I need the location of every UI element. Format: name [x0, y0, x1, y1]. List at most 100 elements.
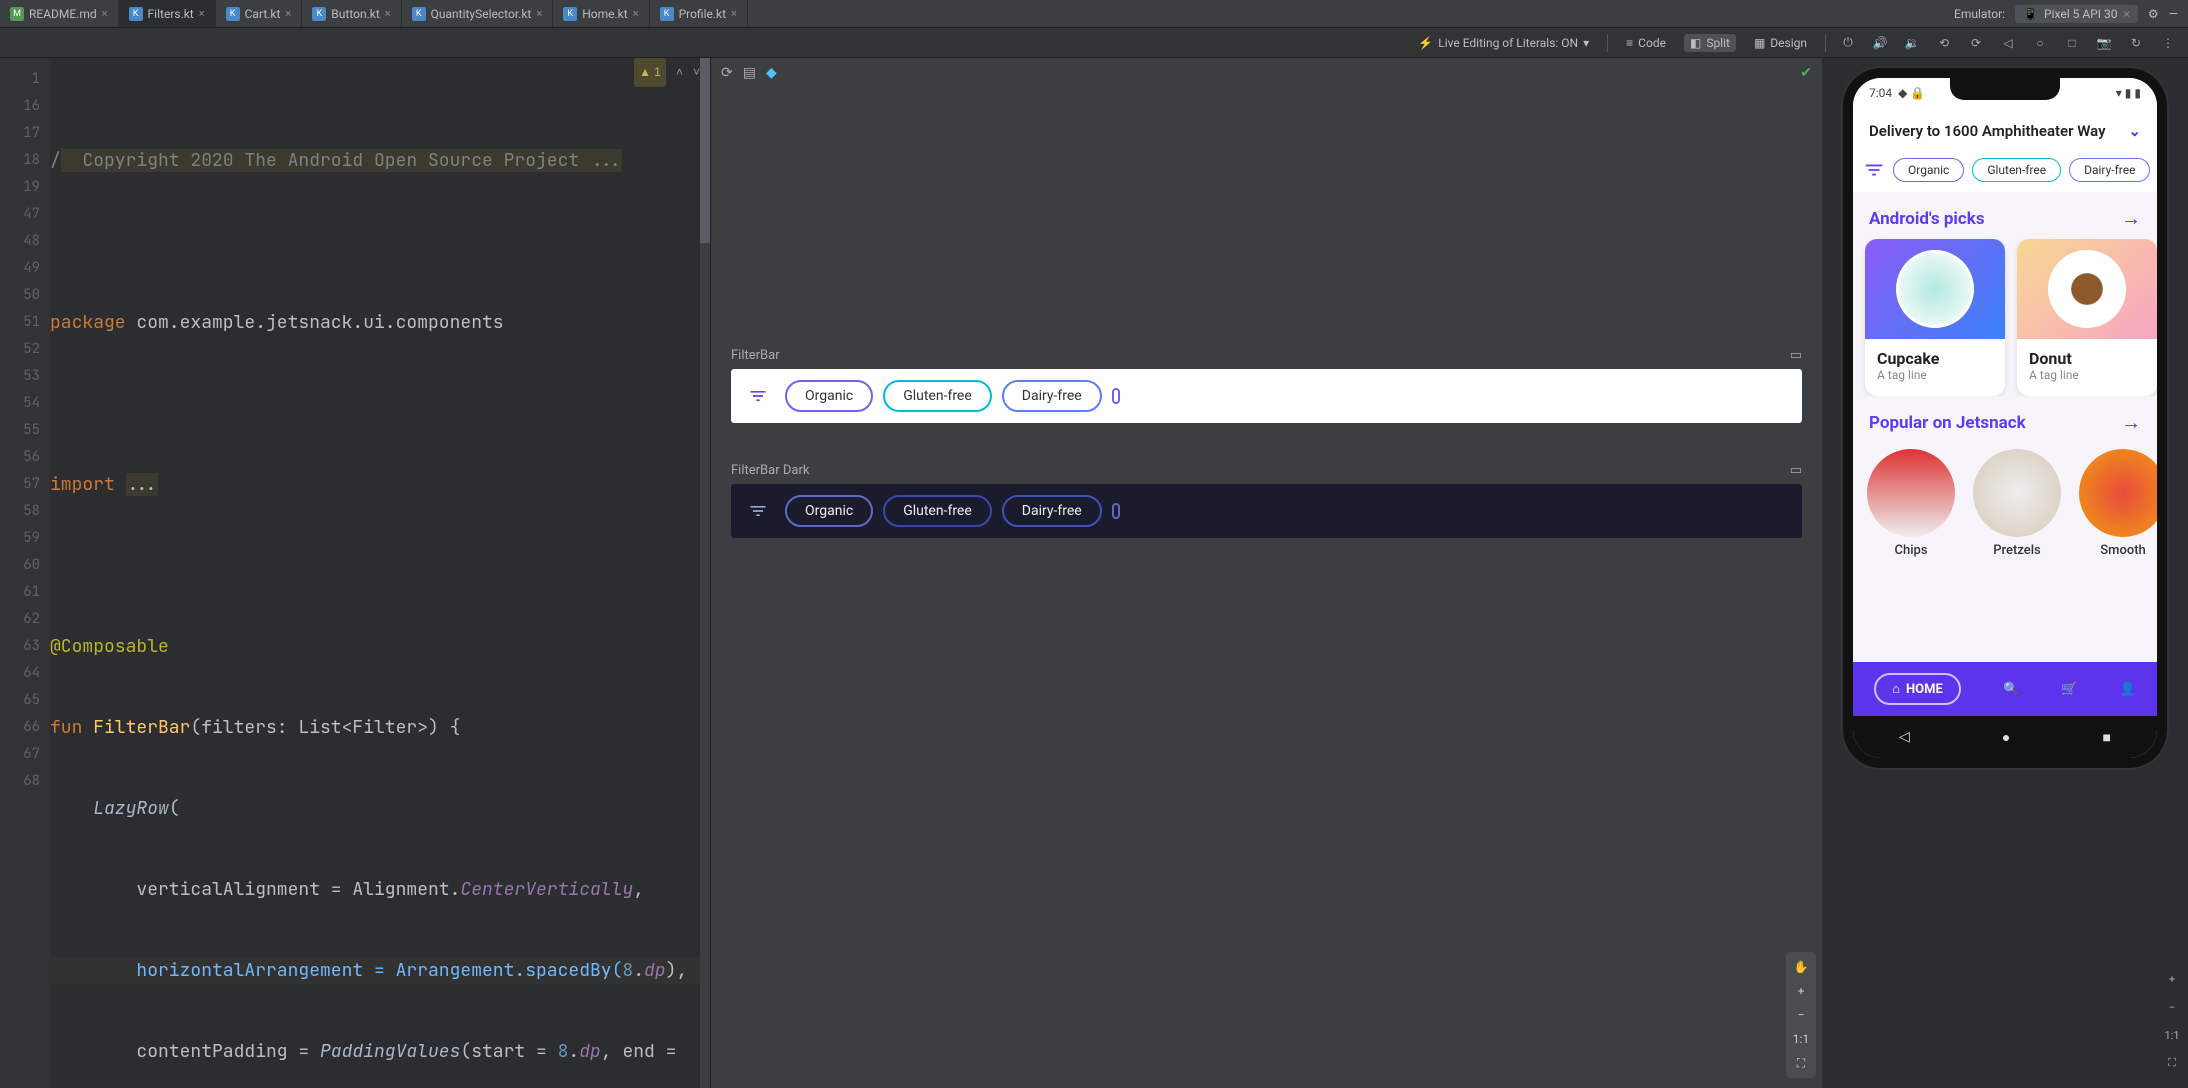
power-icon[interactable]: ⏻	[1838, 33, 1858, 53]
chevron-down-icon[interactable]: ˅	[693, 59, 700, 86]
snack-card[interactable]: DonutA tag line	[2017, 239, 2157, 396]
volume-down-icon[interactable]: 🔉	[1902, 33, 1922, 53]
editor-scrollbar[interactable]	[700, 58, 710, 1088]
deploy-preview-icon[interactable]: ▤	[743, 65, 756, 81]
zoom-in-button[interactable]: +	[2160, 968, 2184, 990]
preview-filterbar-dark[interactable]: Organic Gluten-free Dairy-free	[731, 484, 1802, 538]
pick-cards-row[interactable]: CupcakeA tag line DonutA tag line	[1853, 239, 2157, 396]
split-view-button[interactable]: ◧Split	[1684, 34, 1736, 52]
kotlin-file-icon: K	[563, 7, 577, 21]
filter-chip[interactable]	[1112, 503, 1120, 519]
filter-chip[interactable]: Dairy-free	[1002, 495, 1102, 527]
tab-filters[interactable]: KFilters.kt×	[119, 0, 216, 27]
tab-home[interactable]: KHome.kt×	[553, 0, 649, 27]
interactive-preview-icon[interactable]: ◆	[766, 65, 777, 81]
arrow-right-icon[interactable]: →	[2121, 206, 2141, 231]
kotlin-file-icon: K	[412, 7, 426, 21]
chevron-up-icon[interactable]: ˄	[676, 59, 683, 86]
refresh-preview-icon[interactable]: ⟳	[721, 65, 733, 81]
screenshot-icon[interactable]: 📷	[2094, 33, 2114, 53]
overview-icon[interactable]: □	[2062, 33, 2082, 53]
zoom-fit-button[interactable]: ⛶	[2160, 1052, 2184, 1074]
close-icon[interactable]: ×	[633, 7, 639, 20]
warning-badge[interactable]: ▲ 1	[634, 58, 666, 87]
snack-circle[interactable]: Smooth	[2079, 449, 2157, 558]
code-view-button[interactable]: ≡Code	[1620, 34, 1672, 52]
design-view-button[interactable]: ▦Design	[1748, 34, 1813, 52]
lock-icon: 🔒	[1910, 86, 1925, 100]
minimize-icon[interactable]: —	[2169, 7, 2178, 21]
section-header: Android's picks→	[1853, 192, 2157, 239]
filter-chip[interactable]: Organic	[785, 380, 873, 412]
back-button[interactable]: ◁	[1899, 729, 1910, 745]
settings-icon[interactable]: ⚙	[2148, 7, 2159, 21]
tab-cart[interactable]: KCart.kt×	[216, 0, 303, 27]
pan-icon[interactable]: ✋	[1790, 956, 1812, 978]
close-icon[interactable]: ×	[536, 7, 542, 20]
compose-preview: ⟳ ▤ ◆ ✔ FilterBar▭ Organic Gluten-free D…	[710, 58, 1822, 1088]
device-screen[interactable]: 7:04 ◆ 🔒 ▾ ▮ ▮ Delivery to 1600 Amphithe…	[1853, 78, 2157, 758]
close-icon[interactable]: ×	[385, 7, 391, 20]
filter-list-icon	[741, 494, 775, 528]
device-selector[interactable]: 📱Pixel 5 API 30×	[2015, 5, 2138, 23]
design-icon: ▦	[1754, 36, 1765, 50]
home-icon[interactable]: ○	[2030, 33, 2050, 53]
nav-cart[interactable]: 🛒	[2061, 682, 2077, 697]
snack-circle[interactable]: Chips	[1867, 449, 1955, 558]
filter-list-icon[interactable]	[1863, 159, 1885, 181]
device-frame-icon[interactable]: ▭	[1790, 463, 1802, 478]
filter-list-icon	[741, 379, 775, 413]
preview-filterbar-light[interactable]: Organic Gluten-free Dairy-free	[731, 369, 1802, 423]
filter-chip[interactable]: Organic	[785, 495, 873, 527]
filter-chip[interactable]: Dairy-free	[2069, 158, 2150, 182]
emulator-label: Emulator:	[1954, 7, 2005, 21]
nav-home[interactable]: ⌂HOME	[1874, 673, 1961, 705]
more-icon[interactable]: ⋮	[2158, 33, 2178, 53]
back-icon[interactable]: ◁	[1998, 33, 2018, 53]
device-frame-icon[interactable]: ▭	[1790, 348, 1802, 363]
filter-chip[interactable]: Dairy-free	[1002, 380, 1102, 412]
zoom-in-button[interactable]: +	[1790, 980, 1812, 1002]
tab-quantity[interactable]: KQuantitySelector.kt×	[402, 0, 554, 27]
close-icon[interactable]: ×	[199, 7, 205, 20]
zoom-fit-button[interactable]: ⛶	[1790, 1052, 1812, 1074]
arrow-right-icon[interactable]: →	[2121, 410, 2141, 435]
filter-chip[interactable]: Gluten-free	[883, 380, 992, 412]
rotate-left-icon[interactable]: ⟲	[1934, 33, 1954, 53]
filter-chip[interactable]: Gluten-free	[883, 495, 992, 527]
zoom-out-button[interactable]: −	[1790, 1004, 1812, 1026]
rotate-right-icon[interactable]: ⟳	[1966, 33, 1986, 53]
tab-readme[interactable]: MREADME.md×	[0, 0, 119, 27]
code-inspections[interactable]: ▲ 1 ˄ ˅	[634, 58, 700, 87]
editor-tabs: MREADME.md× KFilters.kt× KCart.kt× KButt…	[0, 0, 2188, 28]
filter-chip[interactable]: Gluten-free	[1972, 158, 2061, 182]
close-icon[interactable]: ×	[2123, 7, 2129, 21]
delivery-address[interactable]: Delivery to 1600 Amphitheater Way⌄	[1853, 108, 2157, 154]
nav-search[interactable]: 🔍	[2003, 682, 2019, 697]
code-editor[interactable]: ▲ 1˄˅ / Copyright 2020 The Android Open …	[50, 58, 710, 1088]
editor-toolbar: ⚡Live Editing of Literals: ON▾ ≡Code ◧Sp…	[0, 28, 2188, 58]
bottom-nav: ⌂HOME 🔍 🛒 👤	[1853, 662, 2157, 716]
live-edit-toggle[interactable]: ⚡Live Editing of Literals: ON▾	[1412, 34, 1595, 52]
refresh-icon[interactable]: ↻	[2126, 33, 2146, 53]
zoom-out-button[interactable]: −	[2160, 996, 2184, 1018]
tab-profile[interactable]: KProfile.kt×	[650, 0, 748, 27]
preview-label-dark: FilterBar Dark▭	[731, 463, 1802, 478]
tab-button[interactable]: KButton.kt×	[302, 0, 401, 27]
filter-chip[interactable]	[1112, 388, 1120, 404]
close-icon[interactable]: ×	[731, 7, 737, 20]
snack-circle[interactable]: Pretzels	[1973, 449, 2061, 558]
zoom-reset-button[interactable]: 1:1	[1790, 1028, 1812, 1050]
home-button[interactable]: ●	[2002, 729, 2010, 746]
volume-up-icon[interactable]: 🔊	[1870, 33, 1890, 53]
filter-chip[interactable]: Organic	[1893, 158, 1964, 182]
filter-chip-row[interactable]: Organic Gluten-free Dairy-free	[1853, 154, 2157, 192]
close-icon[interactable]: ×	[285, 7, 291, 20]
snack-card[interactable]: CupcakeA tag line	[1865, 239, 2005, 396]
nav-profile[interactable]: 👤	[2120, 682, 2136, 697]
close-icon[interactable]: ×	[102, 7, 108, 20]
kotlin-file-icon: K	[129, 7, 143, 21]
zoom-reset-button[interactable]: 1:1	[2160, 1024, 2184, 1046]
popular-row[interactable]: Chips Pretzels Smooth	[1853, 443, 2157, 564]
overview-button[interactable]: ■	[2102, 729, 2110, 746]
